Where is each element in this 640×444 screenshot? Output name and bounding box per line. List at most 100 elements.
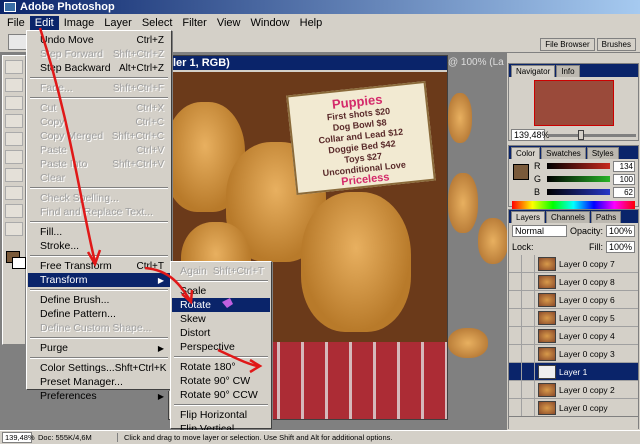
link-brush-icon[interactable] <box>522 273 535 290</box>
zoom-slider[interactable] <box>548 129 636 140</box>
visibility-eye-icon[interactable] <box>509 273 522 290</box>
menu-item-preset-manager[interactable]: Preset Manager... <box>28 375 170 389</box>
menu-item-flip-horizontal[interactable]: Flip Horizontal <box>172 408 270 422</box>
crop-tool-icon[interactable] <box>5 114 23 128</box>
layer-row[interactable]: Layer 0 copy 4 <box>509 327 638 345</box>
visibility-eye-icon[interactable] <box>509 291 522 308</box>
menu-help[interactable]: Help <box>295 16 328 30</box>
tab-navigator[interactable]: Navigator <box>511 65 556 77</box>
menu-item-again[interactable]: Again Shft+Ctrl+T <box>172 264 270 278</box>
navigator-zoom-field[interactable]: 139,48% <box>511 129 550 141</box>
stamp-tool-icon[interactable] <box>5 150 23 164</box>
layer-row[interactable]: Layer 1 <box>509 363 638 381</box>
menu-file[interactable]: File <box>2 16 30 30</box>
type-tool-icon[interactable] <box>5 204 23 218</box>
menu-item-check-spelling[interactable]: Check Spelling... <box>28 191 170 205</box>
menu-item-clear[interactable]: Clear <box>28 171 170 185</box>
document-title[interactable]: ler 1, RGB) <box>169 56 447 70</box>
color-swatch[interactable] <box>513 164 529 180</box>
layer-row[interactable]: Layer 0 copy 5 <box>509 309 638 327</box>
menu-item-find-and-replace-text[interactable]: Find and Replace Text... <box>28 205 170 219</box>
channel-value-field[interactable]: 100 <box>613 173 635 185</box>
menu-item-undo-move[interactable]: Undo Move Ctrl+Z <box>28 33 170 47</box>
menu-item-skew[interactable]: Skew <box>172 312 270 326</box>
status-zoom-field[interactable]: 139,48% <box>2 432 35 443</box>
tab-color[interactable]: Color <box>511 147 541 159</box>
layer-row[interactable]: Layer 0 copy 2 <box>509 381 638 399</box>
layer-row[interactable]: Layer 0 copy 7 <box>509 255 638 273</box>
palette-well-brushes[interactable]: Brushes <box>596 38 636 51</box>
menu-image[interactable]: Image <box>59 16 100 30</box>
menu-item-cut[interactable]: Cut Ctrl+X <box>28 101 170 115</box>
link-brush-icon[interactable] <box>522 255 535 272</box>
menu-edit[interactable]: Edit <box>29 15 59 30</box>
navigator-thumbnail[interactable] <box>533 80 614 126</box>
channel-slider[interactable] <box>547 176 610 182</box>
doc-size-info[interactable]: Doc: 555K/4,6M <box>38 433 118 442</box>
background-color-swatch[interactable] <box>12 257 26 269</box>
menu-item-rotate-90-cw[interactable]: Rotate 90° CW <box>172 374 270 388</box>
link-brush-icon[interactable] <box>522 345 535 362</box>
palette-well-file-browser[interactable]: File Browser <box>540 38 595 51</box>
eraser-tool-icon[interactable] <box>5 168 23 182</box>
tab-swatches[interactable]: Swatches <box>541 147 586 159</box>
move-tool-preset-icon[interactable] <box>8 34 28 50</box>
tab-info[interactable]: Info <box>556 65 580 77</box>
menu-item-define-brush[interactable]: Define Brush... <box>28 293 170 307</box>
visibility-eye-icon[interactable] <box>509 327 522 344</box>
menu-item-transform[interactable]: Transform ▶ <box>28 273 170 287</box>
link-brush-icon[interactable] <box>522 291 535 308</box>
menu-item-step-backward[interactable]: Step Backward Alt+Ctrl+Z <box>28 61 170 75</box>
menu-item-preferences[interactable]: Preferences ▶ <box>28 389 170 403</box>
link-brush-icon[interactable] <box>522 399 535 416</box>
tab-layers[interactable]: Layers <box>511 211 546 223</box>
brush-tool-icon[interactable] <box>5 132 23 146</box>
tab-paths[interactable]: Paths <box>590 211 622 223</box>
menu-item-fade[interactable]: Fade... Shft+Ctrl+F <box>28 81 170 95</box>
menu-item-define-custom-shape[interactable]: Define Custom Shape... <box>28 321 170 335</box>
menu-window[interactable]: Window <box>246 16 295 30</box>
menu-item-copy-merged[interactable]: Copy Merged Shft+Ctrl+C <box>28 129 170 143</box>
menu-item-color-settings[interactable]: Color Settings... Shft+Ctrl+K <box>28 361 170 375</box>
menu-item-free-transform[interactable]: Free Transform Ctrl+T <box>28 259 170 273</box>
zoom-slider-knob[interactable] <box>578 129 584 140</box>
visibility-eye-icon[interactable] <box>509 309 522 326</box>
visibility-eye-icon[interactable] <box>509 381 522 398</box>
tab-styles[interactable]: Styles <box>586 147 619 159</box>
lasso-tool-icon[interactable] <box>5 96 23 110</box>
menu-item-fill[interactable]: Fill... <box>28 225 170 239</box>
tab-channels[interactable]: Channels <box>546 211 590 223</box>
menu-filter[interactable]: Filter <box>177 16 211 30</box>
channel-slider[interactable] <box>547 189 610 195</box>
menu-item-copy[interactable]: Copy Ctrl+C <box>28 115 170 129</box>
menu-item-scale[interactable]: Scale <box>172 284 270 298</box>
visibility-eye-icon[interactable] <box>509 345 522 362</box>
menu-item-rotate-180[interactable]: Rotate 180° <box>172 360 270 374</box>
link-brush-icon[interactable] <box>522 363 535 380</box>
visibility-eye-icon[interactable] <box>509 399 522 416</box>
menu-item-paste-into[interactable]: Paste Into Shft+Ctrl+V <box>28 157 170 171</box>
channel-slider[interactable] <box>547 163 610 169</box>
menu-item-rotate-90-ccw[interactable]: Rotate 90° CCW <box>172 388 270 402</box>
menu-item-distort[interactable]: Distort <box>172 326 270 340</box>
menu-item-rotate[interactable]: Rotate <box>172 298 270 312</box>
link-brush-icon[interactable] <box>522 309 535 326</box>
menu-item-define-pattern[interactable]: Define Pattern... <box>28 307 170 321</box>
move-tool-icon[interactable] <box>5 60 23 74</box>
menu-layer[interactable]: Layer <box>99 16 137 30</box>
color-spectrum-bar[interactable] <box>512 201 635 209</box>
blend-mode-select[interactable]: Normal <box>512 225 567 237</box>
hand-tool-icon[interactable] <box>5 222 23 236</box>
layer-row[interactable]: Layer 0 copy 3 <box>509 345 638 363</box>
menu-item-paste[interactable]: Paste Ctrl+V <box>28 143 170 157</box>
layer-row[interactable]: Layer 0 copy <box>509 399 638 416</box>
menu-item-purge[interactable]: Purge ▶ <box>28 341 170 355</box>
visibility-eye-icon[interactable] <box>509 363 522 380</box>
channel-value-field[interactable]: 62 <box>613 186 635 198</box>
menu-item-stroke[interactable]: Stroke... <box>28 239 170 253</box>
layer-row[interactable]: Layer 0 copy 8 <box>509 273 638 291</box>
marquee-tool-icon[interactable] <box>5 78 23 92</box>
fill-field[interactable]: 100% <box>605 241 635 253</box>
link-brush-icon[interactable] <box>522 327 535 344</box>
channel-value-field[interactable]: 134 <box>613 160 635 172</box>
